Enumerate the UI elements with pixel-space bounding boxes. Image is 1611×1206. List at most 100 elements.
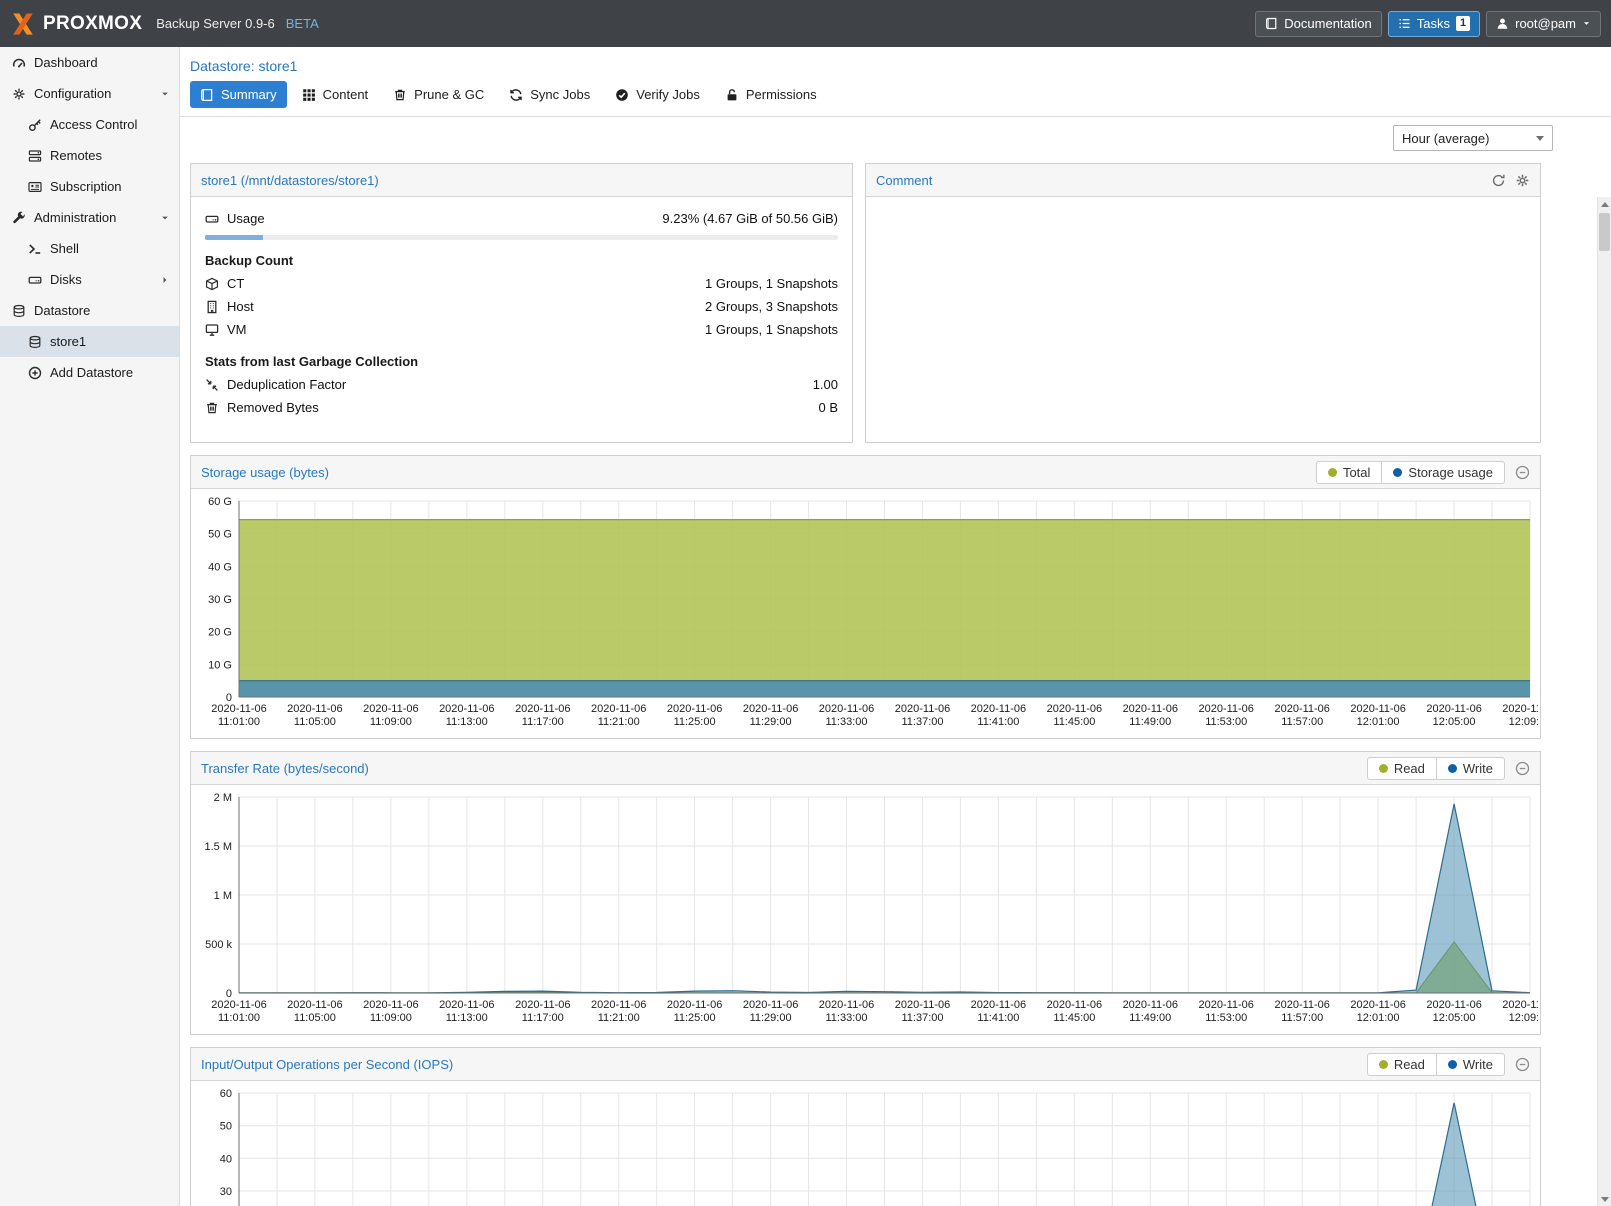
svg-text:2 M: 2 M bbox=[214, 792, 232, 804]
chevron-down-icon[interactable] bbox=[160, 89, 170, 99]
comment-panel-header: Comment bbox=[866, 164, 1540, 197]
svg-text:12:05:00: 12:05:00 bbox=[1433, 1012, 1476, 1024]
svg-text:30 G: 30 G bbox=[208, 594, 232, 606]
sidebar-item-shell[interactable]: Shell bbox=[0, 233, 179, 264]
svg-text:2020-11-06: 2020-11-06 bbox=[1502, 999, 1538, 1011]
svg-text:11:37:00: 11:37:00 bbox=[901, 716, 943, 728]
collapse-icon[interactable] bbox=[1515, 465, 1530, 480]
unlock-icon bbox=[725, 88, 739, 102]
legend-item-read[interactable]: Read bbox=[1368, 1054, 1436, 1075]
table-row: VM 1 Groups, 1 Snapshots bbox=[205, 318, 838, 341]
svg-text:11:17:00: 11:17:00 bbox=[522, 716, 564, 728]
legend-item-read[interactable]: Read bbox=[1368, 758, 1436, 779]
svg-text:2020-11-06: 2020-11-06 bbox=[1123, 999, 1178, 1011]
svg-text:40: 40 bbox=[220, 1153, 232, 1165]
scroll-up-arrow[interactable] bbox=[1598, 197, 1611, 211]
scroll-down-arrow[interactable] bbox=[1598, 1192, 1611, 1206]
summary-panel-header: store1 (/mnt/datastores/store1) bbox=[191, 164, 852, 197]
svg-text:11:33:00: 11:33:00 bbox=[825, 1012, 867, 1024]
legend-dot bbox=[1393, 468, 1402, 477]
chevron-down-icon[interactable] bbox=[160, 213, 170, 223]
svg-text:2020-11-06: 2020-11-06 bbox=[211, 703, 266, 715]
svg-text:2020-11-06: 2020-11-06 bbox=[515, 703, 570, 715]
row-value: 2 Groups, 3 Snapshots bbox=[705, 299, 838, 314]
row-label: Deduplication Factor bbox=[227, 377, 346, 392]
sidebar-item-label: Dashboard bbox=[34, 55, 98, 70]
svg-text:11:09:00: 11:09:00 bbox=[370, 716, 412, 728]
sidebar-item-label: Administration bbox=[34, 210, 116, 225]
time-range-select[interactable]: Hour (average) bbox=[1393, 125, 1553, 151]
sidebar-item-label: Datastore bbox=[34, 303, 90, 318]
gear-icon[interactable] bbox=[1515, 173, 1530, 188]
svg-text:2020-11-06: 2020-11-06 bbox=[743, 703, 798, 715]
legend-item-write[interactable]: Write bbox=[1436, 758, 1504, 779]
svg-text:2020-11-06: 2020-11-06 bbox=[1123, 703, 1178, 715]
refresh-icon[interactable] bbox=[1491, 173, 1506, 188]
sidebar-item-add-datastore[interactable]: Add Datastore bbox=[0, 357, 179, 388]
tab-content[interactable]: Content bbox=[292, 81, 379, 108]
chart-legend: Read Write bbox=[1367, 1053, 1505, 1076]
sidebar-item-datastore[interactable]: Datastore bbox=[0, 295, 179, 326]
sidebar-item-label: Configuration bbox=[34, 86, 111, 101]
svg-text:2020-11-06: 2020-11-06 bbox=[895, 703, 950, 715]
svg-text:11:21:00: 11:21:00 bbox=[598, 716, 640, 728]
sidebar-item-label: Add Datastore bbox=[50, 365, 133, 380]
tab-permissions[interactable]: Permissions bbox=[715, 81, 827, 108]
sidebar-item-remotes[interactable]: Remotes bbox=[0, 140, 179, 171]
transfer-rate-panel: Transfer Rate (bytes/second) Read Write bbox=[190, 751, 1541, 1035]
legend-item-write[interactable]: Write bbox=[1436, 1054, 1504, 1075]
tab-verify-jobs[interactable]: Verify Jobs bbox=[605, 81, 710, 108]
svg-text:2020-11-06: 2020-11-06 bbox=[819, 703, 874, 715]
row-value: 1 Groups, 1 Snapshots bbox=[705, 276, 838, 291]
svg-text:11:21:00: 11:21:00 bbox=[598, 1012, 640, 1024]
legend-label: Write bbox=[1463, 761, 1493, 776]
tab-label: Permissions bbox=[746, 87, 817, 102]
legend-item-total[interactable]: Total bbox=[1317, 462, 1381, 483]
tab-sync-jobs[interactable]: Sync Jobs bbox=[499, 81, 600, 108]
sidebar-item-store1[interactable]: store1 bbox=[0, 326, 179, 357]
svg-text:2020-11-06: 2020-11-06 bbox=[439, 703, 494, 715]
idcard-icon bbox=[28, 180, 42, 194]
documentation-button[interactable]: Documentation bbox=[1255, 11, 1381, 37]
user-menu-button[interactable]: root@pam bbox=[1486, 11, 1601, 37]
sidebar-item-configuration[interactable]: Configuration bbox=[0, 78, 179, 109]
collapse-icon[interactable] bbox=[1515, 1057, 1530, 1072]
table-row: Deduplication Factor 1.00 bbox=[205, 373, 838, 396]
tasks-button-label: Tasks bbox=[1417, 16, 1450, 31]
sidebar-item-subscription[interactable]: Subscription bbox=[0, 171, 179, 202]
vertical-scrollbar[interactable] bbox=[1597, 197, 1611, 1206]
svg-text:11:57:00: 11:57:00 bbox=[1281, 716, 1323, 728]
user-menu-label: root@pam bbox=[1515, 16, 1576, 31]
tasks-button[interactable]: Tasks 1 bbox=[1388, 11, 1480, 37]
legend-item-storage-usage[interactable]: Storage usage bbox=[1381, 462, 1504, 483]
comment-panel-body[interactable] bbox=[866, 197, 1540, 442]
gear-icon bbox=[12, 87, 26, 101]
svg-text:11:29:00: 11:29:00 bbox=[750, 1012, 792, 1024]
tab-label: Prune & GC bbox=[414, 87, 484, 102]
beta-link[interactable]: BETA bbox=[286, 16, 319, 31]
svg-text:2020-11-06: 2020-11-06 bbox=[667, 999, 722, 1011]
desktop-icon bbox=[205, 323, 219, 337]
chevron-right-icon[interactable] bbox=[160, 275, 170, 285]
row-label: Removed Bytes bbox=[227, 400, 319, 415]
svg-text:11:53:00: 11:53:00 bbox=[1205, 716, 1247, 728]
svg-text:2020-11-06: 2020-11-06 bbox=[287, 999, 342, 1011]
sidebar-item-administration[interactable]: Administration bbox=[0, 202, 179, 233]
legend-dot bbox=[1328, 468, 1337, 477]
compress-icon bbox=[205, 378, 219, 392]
svg-text:2020-11-06: 2020-11-06 bbox=[363, 999, 418, 1011]
sidebar-item-dashboard[interactable]: Dashboard bbox=[0, 47, 179, 78]
sidebar-item-disks[interactable]: Disks bbox=[0, 264, 179, 295]
tab-prune-gc[interactable]: Prune & GC bbox=[383, 81, 494, 108]
svg-text:11:41:00: 11:41:00 bbox=[977, 1012, 1019, 1024]
svg-text:12:09:00: 12:09:00 bbox=[1509, 716, 1538, 728]
iops-panel: Input/Output Operations per Second (IOPS… bbox=[190, 1047, 1541, 1206]
book-icon bbox=[200, 88, 214, 102]
collapse-icon[interactable] bbox=[1515, 761, 1530, 776]
gauge-icon bbox=[12, 56, 26, 70]
tab-summary[interactable]: Summary bbox=[190, 81, 287, 108]
svg-text:11:33:00: 11:33:00 bbox=[825, 716, 867, 728]
sidebar-item-access-control[interactable]: Access Control bbox=[0, 109, 179, 140]
product-version: Backup Server 0.9-6 bbox=[156, 16, 275, 31]
scrollbar-thumb[interactable] bbox=[1599, 213, 1610, 251]
